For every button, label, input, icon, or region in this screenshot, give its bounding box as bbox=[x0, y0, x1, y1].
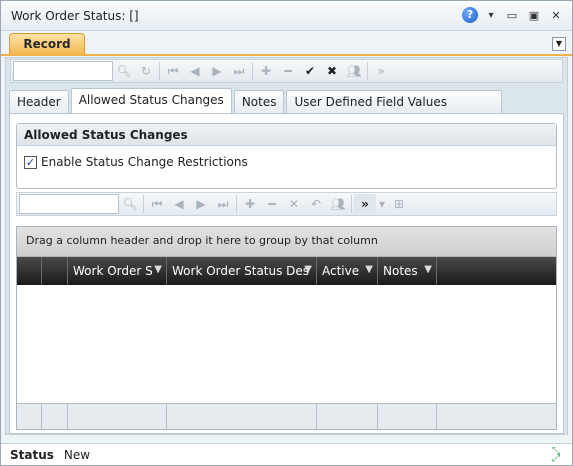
last-record-icon[interactable]: ⏭︎ bbox=[212, 194, 234, 214]
record-toolbar: 🔍︎ ↻ ⏮︎ ◀ ▶ ⏭︎ ✚ ━ ✔ ✖ 👥︎ » bbox=[10, 59, 563, 83]
next-record-icon[interactable]: ▶ bbox=[190, 194, 212, 214]
next-record-icon[interactable]: ▶ bbox=[206, 61, 228, 81]
add-icon[interactable]: ✚ bbox=[239, 194, 261, 214]
filter-icon[interactable]: ▼ bbox=[304, 264, 312, 275]
filter-icon[interactable]: ▼ bbox=[154, 264, 162, 275]
select-header[interactable] bbox=[42, 257, 68, 285]
status-value: New bbox=[63, 447, 91, 462]
grid-body[interactable] bbox=[17, 285, 556, 403]
tab-allowed-status-changes[interactable]: Allowed Status Changes bbox=[70, 88, 232, 113]
record-tab-underline bbox=[1, 54, 572, 56]
previous-record-icon[interactable]: ◀ bbox=[168, 194, 190, 214]
filter-icon[interactable]: ▼ bbox=[424, 264, 432, 275]
users-icon[interactable]: 👥︎ bbox=[327, 194, 349, 214]
grid-search-input[interactable] bbox=[19, 194, 119, 214]
column-header-work-order-status-desc[interactable]: Work Order Status Des ▼ bbox=[167, 257, 317, 285]
tab-user-defined-field-values[interactable]: User Defined Field Values bbox=[286, 90, 503, 113]
search-icon[interactable]: 🔍︎ bbox=[113, 61, 135, 81]
delete-x-icon[interactable]: ✕ bbox=[283, 194, 305, 214]
record-search-input[interactable] bbox=[13, 61, 113, 81]
column-header-notes[interactable]: Notes ▼ bbox=[378, 257, 437, 285]
more-icon[interactable]: » bbox=[370, 61, 392, 81]
search-icon[interactable]: 🔍︎ bbox=[119, 194, 141, 214]
users-icon[interactable]: 👥︎ bbox=[343, 61, 365, 81]
first-record-icon[interactable]: ⏮︎ bbox=[146, 194, 168, 214]
tab-header[interactable]: Header bbox=[9, 90, 69, 113]
column-header-label: Work Order Status Des bbox=[172, 264, 310, 278]
tab-strip: Header Allowed Status Changes Notes User… bbox=[9, 88, 504, 113]
status-label: Status bbox=[10, 447, 54, 462]
allowed-status-grid: Drag a column header and drop it here to… bbox=[16, 226, 557, 430]
column-header-label: Notes bbox=[383, 264, 418, 278]
first-record-icon[interactable]: ⏮︎ bbox=[162, 61, 184, 81]
enable-restrictions-checkbox[interactable]: ✓ bbox=[24, 155, 37, 169]
remove-icon[interactable]: ━ bbox=[261, 194, 283, 214]
more-icon[interactable]: » bbox=[354, 194, 376, 214]
enable-restrictions-label: Enable Status Change Restrictions bbox=[41, 155, 248, 169]
window-title: Work Order Status: [] bbox=[11, 9, 139, 23]
save-check-icon[interactable]: ✔ bbox=[299, 61, 321, 81]
help-icon[interactable]: ? bbox=[462, 7, 478, 23]
grid-footer bbox=[17, 403, 556, 429]
cancel-x-icon[interactable]: ✖ bbox=[321, 61, 343, 81]
resize-grip-icon[interactable]: ⤡ ⤢ bbox=[552, 447, 566, 464]
column-header-label: Active bbox=[322, 264, 360, 278]
row-indicator-header bbox=[17, 257, 42, 285]
add-row-icon[interactable]: ⊞ bbox=[388, 194, 410, 214]
grid-header: Work Order S ▼ Work Order Status Des ▼ A… bbox=[17, 257, 556, 285]
remove-icon[interactable]: ━ bbox=[277, 61, 299, 81]
minimize-icon[interactable]: ▭ bbox=[504, 8, 520, 22]
status-bar: Status New ⤡ ⤢ bbox=[1, 443, 572, 465]
column-header-work-order-status[interactable]: Work Order S ▼ bbox=[68, 257, 167, 285]
panel-menu-icon[interactable]: ▼ bbox=[552, 37, 566, 51]
chevron-down-icon[interactable]: ▾ bbox=[376, 194, 388, 214]
tab-content: Allowed Status Changes ✓ Enable Status C… bbox=[9, 113, 564, 434]
add-icon[interactable]: ✚ bbox=[255, 61, 277, 81]
last-record-icon[interactable]: ⏭︎ bbox=[228, 61, 250, 81]
previous-record-icon[interactable]: ◀ bbox=[184, 61, 206, 81]
work-order-status-window: Work Order Status: [] ? ▾ ▭ ▣ ✕ Record ▼… bbox=[0, 0, 573, 466]
dropdown-arrow-icon[interactable]: ▾ bbox=[484, 10, 498, 21]
column-header-label: Work Order S bbox=[73, 264, 153, 278]
grid-toolbar: 🔍︎ ⏮︎ ◀ ▶ ⏭︎ ✚ ━ ✕ ↶ 👥︎ » ▾ ⊞ bbox=[16, 192, 557, 216]
refresh-icon[interactable]: ↻ bbox=[135, 61, 157, 81]
enable-restrictions-row[interactable]: ✓ Enable Status Change Restrictions bbox=[24, 155, 248, 169]
filter-icon[interactable]: ▼ bbox=[365, 264, 373, 275]
restore-icon[interactable]: ▣ bbox=[526, 8, 542, 22]
tab-notes[interactable]: Notes bbox=[233, 90, 285, 113]
column-header-active[interactable]: Active ▼ bbox=[317, 257, 378, 285]
group-title: Allowed Status Changes bbox=[17, 124, 556, 146]
title-bar: Work Order Status: [] ? ▾ ▭ ▣ ✕ bbox=[1, 1, 572, 31]
allowed-status-changes-group: Allowed Status Changes ✓ Enable Status C… bbox=[16, 123, 557, 189]
record-tab[interactable]: Record bbox=[9, 33, 85, 55]
group-by-area[interactable]: Drag a column header and drop it here to… bbox=[17, 227, 556, 257]
undo-icon[interactable]: ↶ bbox=[305, 194, 327, 214]
close-icon[interactable]: ✕ bbox=[548, 8, 564, 22]
